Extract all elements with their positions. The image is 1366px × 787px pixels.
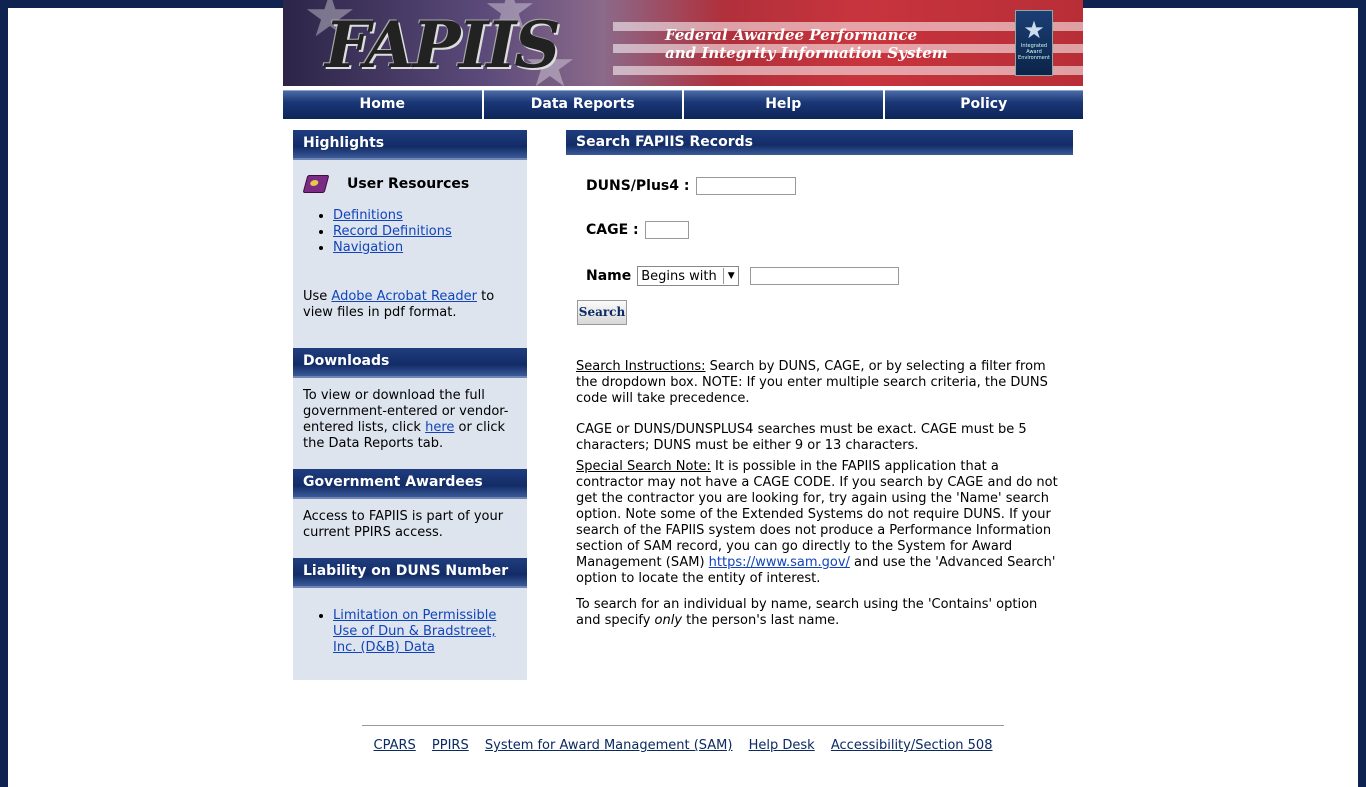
main-nav: Home Data Reports Help Policy bbox=[283, 90, 1083, 119]
cage-input[interactable] bbox=[644, 221, 689, 239]
navigation-link[interactable]: Navigation bbox=[333, 240, 403, 255]
site-subtitle: Federal Awardee Performance and Integrit… bbox=[665, 26, 965, 62]
sidebar: Highlights User Resources Definitions Re… bbox=[293, 130, 527, 680]
highlights-section: User Resources Definitions Record Defini… bbox=[293, 160, 527, 348]
record-definitions-link[interactable]: Record Definitions bbox=[333, 224, 452, 239]
list-item: Definitions bbox=[333, 208, 517, 224]
subtitle-line-2: and Integrity Information System bbox=[665, 44, 948, 62]
nav-policy[interactable]: Policy bbox=[884, 90, 1083, 119]
nav-home[interactable]: Home bbox=[283, 90, 482, 119]
user-resources-list: Definitions Record Definitions Navigatio… bbox=[303, 208, 517, 256]
name-filter-select[interactable]: Begins with ▼ bbox=[637, 266, 740, 286]
footer-cpars-link[interactable]: CPARS bbox=[374, 738, 416, 753]
special-search-note: Special Search Note: It is possible in t… bbox=[576, 459, 1062, 587]
individual-suffix: the person's last name. bbox=[682, 613, 840, 628]
search-heading: Search FAPIIS Records bbox=[566, 130, 1073, 155]
footer-accessibility-link[interactable]: Accessibility/Section 508 bbox=[831, 738, 993, 753]
exact-match-note: CAGE or DUNS/DUNSPLUS4 searches must be … bbox=[576, 422, 1027, 453]
fapiis-logo: FAPIIS bbox=[325, 8, 561, 83]
definitions-link[interactable]: Definitions bbox=[333, 208, 403, 223]
highlights-heading: Highlights bbox=[293, 130, 527, 160]
individual-search-note: To search for an individual by name, sea… bbox=[576, 597, 1062, 629]
badge-star-icon: ★ bbox=[1023, 16, 1045, 44]
footer-links: CPARS PPIRS System for Award Management … bbox=[362, 738, 1004, 753]
user-resources-row: User Resources bbox=[302, 168, 517, 200]
nav-data-reports[interactable]: Data Reports bbox=[483, 90, 682, 119]
list-item: Navigation bbox=[333, 240, 517, 256]
cage-row: CAGE : bbox=[586, 221, 689, 239]
search-button[interactable]: Search bbox=[577, 300, 627, 325]
acrobat-prefix: Use bbox=[303, 289, 332, 304]
acrobat-note: Use Adobe Acrobat Reader to view files i… bbox=[303, 289, 517, 321]
footer-sam-link[interactable]: System for Award Management (SAM) bbox=[485, 738, 733, 753]
liability-section: Limitation on Permissible Use of Dun & B… bbox=[293, 588, 527, 666]
duns-row: DUNS/Plus4 : bbox=[586, 177, 797, 195]
downloads-section: To view or download the full government-… bbox=[293, 378, 527, 469]
duns-input[interactable] bbox=[696, 177, 797, 195]
liability-list: Limitation on Permissible Use of Dun & B… bbox=[303, 608, 517, 656]
liability-heading: Liability on DUNS Number bbox=[293, 558, 527, 588]
nav-help[interactable]: Help bbox=[684, 90, 883, 119]
name-label: Name bbox=[586, 268, 632, 284]
list-item: Record Definitions bbox=[333, 224, 517, 240]
downloads-heading: Downloads bbox=[293, 348, 527, 378]
name-input[interactable] bbox=[750, 267, 900, 285]
dnb-limitation-link[interactable]: Limitation on Permissible Use of Dun & B… bbox=[333, 608, 496, 655]
duns-label: DUNS/Plus4 : bbox=[586, 178, 690, 194]
cage-label: CAGE : bbox=[586, 222, 639, 238]
flag-stripe bbox=[613, 66, 1083, 75]
footer-help-desk-link[interactable]: Help Desk bbox=[749, 738, 815, 753]
iae-badge: ★ Integrated Award Environment bbox=[1015, 10, 1053, 76]
header-banner: ★ ★ ★ FAPIIS Federal Awardee Performance… bbox=[283, 0, 1083, 86]
downloads-here-link[interactable]: here bbox=[425, 420, 454, 435]
adobe-acrobat-link[interactable]: Adobe Acrobat Reader bbox=[331, 289, 477, 304]
chevron-down-icon: ▼ bbox=[723, 268, 738, 284]
government-awardees-text: Access to FAPIIS is part of your current… bbox=[303, 509, 504, 540]
special-text: It is possible in the FAPIIS application… bbox=[576, 459, 1058, 570]
subtitle-line-1: Federal Awardee Performance bbox=[665, 26, 918, 44]
special-label: Special Search Note: bbox=[576, 459, 711, 474]
sam-gov-link[interactable]: https://www.sam.gov/ bbox=[709, 555, 850, 570]
government-awardees-heading: Government Awardees bbox=[293, 469, 527, 499]
user-resources-title: User Resources bbox=[347, 176, 470, 192]
instructions-label: Search Instructions: bbox=[576, 359, 706, 374]
book-icon bbox=[302, 175, 330, 193]
name-row: Name Begins with ▼ bbox=[586, 266, 900, 286]
footer-ppirs-link[interactable]: PPIRS bbox=[432, 738, 469, 753]
search-panel: Search FAPIIS Records DUNS/Plus4 : CAGE … bbox=[566, 130, 1073, 628]
name-filter-value: Begins with bbox=[641, 268, 717, 284]
search-instructions: Search Instructions: Search by DUNS, CAG… bbox=[576, 359, 1062, 407]
individual-emphasis: only bbox=[654, 613, 683, 628]
list-item: Limitation on Permissible Use of Dun & B… bbox=[333, 608, 517, 656]
badge-text: Integrated Award Environment bbox=[1018, 43, 1050, 61]
footer-divider bbox=[362, 725, 1004, 726]
